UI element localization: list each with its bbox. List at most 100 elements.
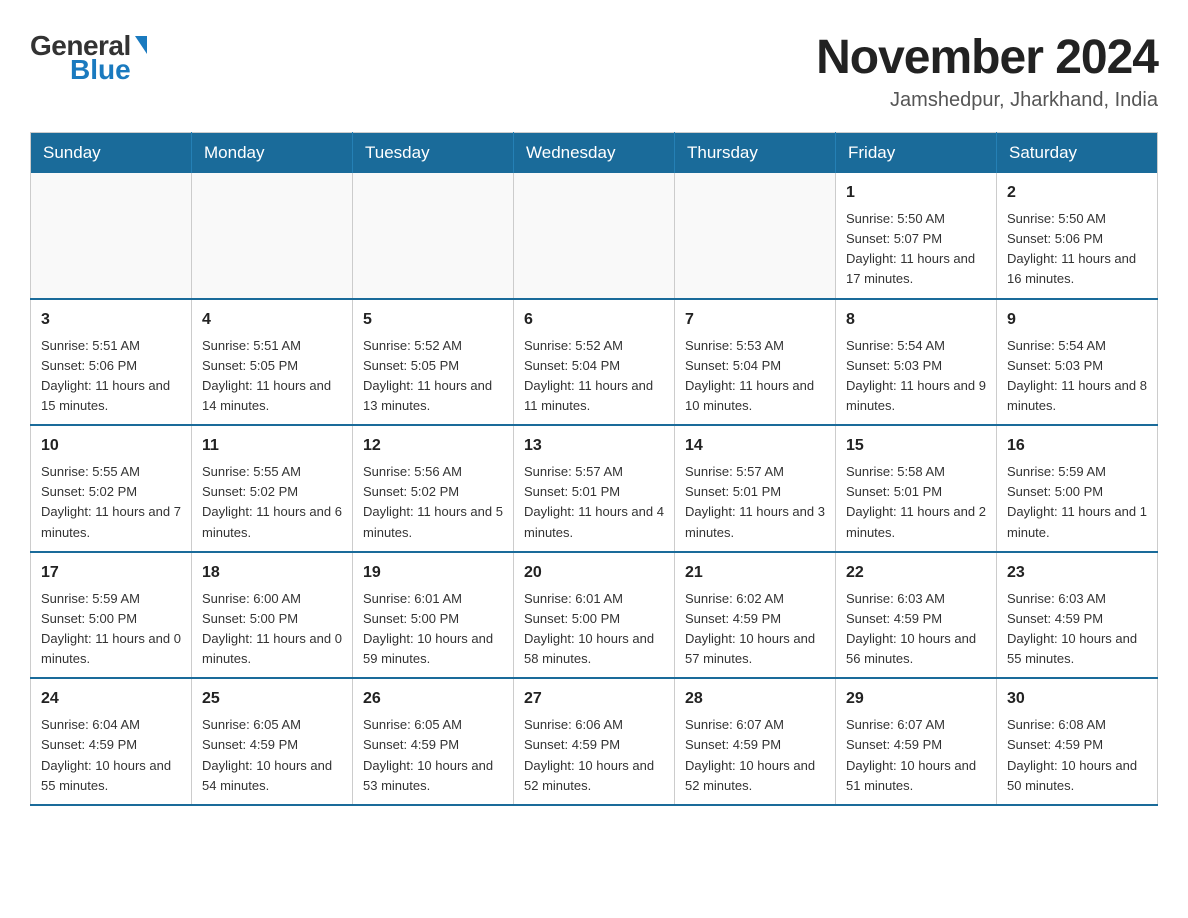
day-number: 13 bbox=[524, 434, 664, 458]
day-info: Sunrise: 5:55 AMSunset: 5:02 PMDaylight:… bbox=[202, 464, 342, 539]
day-number: 15 bbox=[846, 434, 986, 458]
calendar-cell: 7Sunrise: 5:53 AMSunset: 5:04 PMDaylight… bbox=[675, 299, 836, 426]
calendar-cell: 24Sunrise: 6:04 AMSunset: 4:59 PMDayligh… bbox=[31, 678, 192, 805]
calendar-cell: 18Sunrise: 6:00 AMSunset: 5:00 PMDayligh… bbox=[192, 552, 353, 679]
day-info: Sunrise: 5:54 AMSunset: 5:03 PMDaylight:… bbox=[1007, 338, 1147, 413]
page-header: General Blue November 2024 Jamshedpur, J… bbox=[30, 30, 1158, 112]
day-number: 22 bbox=[846, 561, 986, 585]
day-number: 10 bbox=[41, 434, 181, 458]
day-info: Sunrise: 6:02 AMSunset: 4:59 PMDaylight:… bbox=[685, 591, 815, 666]
calendar-cell: 11 Sunrise: 5:55 AMSunset: 5:02 PMDayligh… bbox=[192, 425, 353, 552]
calendar-cell: 14 Sunrise: 5:57 AMSunset: 5:01 PMDayligh… bbox=[675, 425, 836, 552]
calendar-cell: 10 Sunrise: 5:55 AMSunset: 5:02 PMDayligh… bbox=[31, 425, 192, 552]
day-number: 29 bbox=[846, 687, 986, 711]
day-info: Sunrise: 5:55 AMSunset: 5:02 PMDaylight:… bbox=[41, 464, 181, 539]
day-number: 3 bbox=[41, 308, 181, 332]
day-number: 21 bbox=[685, 561, 825, 585]
weekday-header-tuesday: Tuesday bbox=[353, 133, 514, 174]
calendar-cell: 12Sunrise: 5:56 AMSunset: 5:02 PMDayligh… bbox=[353, 425, 514, 552]
weekday-header-thursday: Thursday bbox=[675, 133, 836, 174]
day-number: 30 bbox=[1007, 687, 1147, 711]
weekday-header-sunday: Sunday bbox=[31, 133, 192, 174]
day-info: Sunrise: 5:52 AMSunset: 5:05 PMDaylight:… bbox=[363, 338, 492, 413]
day-info: Sunrise: 5:59 AMSunset: 5:00 PMDaylight:… bbox=[1007, 464, 1147, 539]
calendar-cell: 27 Sunrise: 6:06 AMSunset: 4:59 PMDayligh… bbox=[514, 678, 675, 805]
day-number: 4 bbox=[202, 308, 342, 332]
calendar-cell: 23 Sunrise: 6:03 AMSunset: 4:59 PMDayligh… bbox=[997, 552, 1158, 679]
day-number: 5 bbox=[363, 308, 503, 332]
calendar-cell: 4 Sunrise: 5:51 AMSunset: 5:05 PMDaylight… bbox=[192, 299, 353, 426]
day-info: Sunrise: 6:05 AMSunset: 4:59 PMDaylight:… bbox=[363, 717, 493, 792]
day-info: Sunrise: 6:05 AMSunset: 4:59 PMDaylight:… bbox=[202, 717, 332, 792]
day-number: 9 bbox=[1007, 308, 1147, 332]
day-info: Sunrise: 5:57 AMSunset: 5:01 PMDaylight:… bbox=[685, 464, 825, 539]
weekday-header-saturday: Saturday bbox=[997, 133, 1158, 174]
day-info: Sunrise: 6:07 AMSunset: 4:59 PMDaylight:… bbox=[846, 717, 976, 792]
calendar-cell: 8 Sunrise: 5:54 AMSunset: 5:03 PMDaylight… bbox=[836, 299, 997, 426]
calendar-week-row: 10 Sunrise: 5:55 AMSunset: 5:02 PMDayligh… bbox=[31, 425, 1158, 552]
day-info: Sunrise: 6:01 AMSunset: 5:00 PMDaylight:… bbox=[524, 591, 654, 666]
day-number: 14 bbox=[685, 434, 825, 458]
day-info: Sunrise: 6:03 AMSunset: 4:59 PMDaylight:… bbox=[846, 591, 976, 666]
day-number: 6 bbox=[524, 308, 664, 332]
calendar-cell: 17Sunrise: 5:59 AMSunset: 5:00 PMDayligh… bbox=[31, 552, 192, 679]
day-info: Sunrise: 6:06 AMSunset: 4:59 PMDaylight:… bbox=[524, 717, 654, 792]
calendar-cell: 3 Sunrise: 5:51 AMSunset: 5:06 PMDaylight… bbox=[31, 299, 192, 426]
calendar-cell: 13 Sunrise: 5:57 AMSunset: 5:01 PMDayligh… bbox=[514, 425, 675, 552]
location-title: Jamshedpur, Jharkhand, India bbox=[816, 89, 1158, 112]
day-info: Sunrise: 5:58 AMSunset: 5:01 PMDaylight:… bbox=[846, 464, 986, 539]
weekday-header-monday: Monday bbox=[192, 133, 353, 174]
calendar-cell: 25 Sunrise: 6:05 AMSunset: 4:59 PMDayligh… bbox=[192, 678, 353, 805]
calendar-cell: 30Sunrise: 6:08 AMSunset: 4:59 PMDayligh… bbox=[997, 678, 1158, 805]
day-info: Sunrise: 5:53 AMSunset: 5:04 PMDaylight:… bbox=[685, 338, 814, 413]
calendar-week-row: 1Sunrise: 5:50 AMSunset: 5:07 PMDaylight… bbox=[31, 173, 1158, 299]
calendar-cell: 28Sunrise: 6:07 AMSunset: 4:59 PMDayligh… bbox=[675, 678, 836, 805]
day-info: Sunrise: 6:04 AMSunset: 4:59 PMDaylight:… bbox=[41, 717, 171, 792]
calendar-cell: 15 Sunrise: 5:58 AMSunset: 5:01 PMDayligh… bbox=[836, 425, 997, 552]
weekday-header-friday: Friday bbox=[836, 133, 997, 174]
day-number: 16 bbox=[1007, 434, 1147, 458]
day-number: 27 bbox=[524, 687, 664, 711]
calendar-cell: 21 Sunrise: 6:02 AMSunset: 4:59 PMDayligh… bbox=[675, 552, 836, 679]
day-info: Sunrise: 5:51 AMSunset: 5:06 PMDaylight:… bbox=[41, 338, 170, 413]
calendar-cell bbox=[675, 173, 836, 299]
day-info: Sunrise: 5:56 AMSunset: 5:02 PMDaylight:… bbox=[363, 464, 503, 539]
title-section: November 2024 Jamshedpur, Jharkhand, Ind… bbox=[816, 30, 1158, 112]
calendar-cell: 19 Sunrise: 6:01 AMSunset: 5:00 PMDayligh… bbox=[353, 552, 514, 679]
weekday-header-wednesday: Wednesday bbox=[514, 133, 675, 174]
calendar-cell bbox=[192, 173, 353, 299]
day-number: 11 bbox=[202, 434, 342, 458]
month-title: November 2024 bbox=[816, 30, 1158, 85]
day-info: Sunrise: 5:57 AMSunset: 5:01 PMDaylight:… bbox=[524, 464, 664, 539]
calendar-week-row: 24Sunrise: 6:04 AMSunset: 4:59 PMDayligh… bbox=[31, 678, 1158, 805]
day-info: Sunrise: 5:52 AMSunset: 5:04 PMDaylight:… bbox=[524, 338, 653, 413]
calendar-cell bbox=[353, 173, 514, 299]
day-number: 20 bbox=[524, 561, 664, 585]
calendar-cell bbox=[31, 173, 192, 299]
day-number: 19 bbox=[363, 561, 503, 585]
day-info: Sunrise: 5:51 AMSunset: 5:05 PMDaylight:… bbox=[202, 338, 331, 413]
calendar-cell: 5 Sunrise: 5:52 AMSunset: 5:05 PMDaylight… bbox=[353, 299, 514, 426]
day-number: 2 bbox=[1007, 181, 1147, 205]
day-info: Sunrise: 6:00 AMSunset: 5:00 PMDaylight:… bbox=[202, 591, 342, 666]
weekday-header-row: SundayMondayTuesdayWednesdayThursdayFrid… bbox=[31, 133, 1158, 174]
calendar-cell: 20 Sunrise: 6:01 AMSunset: 5:00 PMDayligh… bbox=[514, 552, 675, 679]
day-info: Sunrise: 5:54 AMSunset: 5:03 PMDaylight:… bbox=[846, 338, 986, 413]
calendar-week-row: 17Sunrise: 5:59 AMSunset: 5:00 PMDayligh… bbox=[31, 552, 1158, 679]
calendar-cell: 29 Sunrise: 6:07 AMSunset: 4:59 PMDayligh… bbox=[836, 678, 997, 805]
calendar-week-row: 3 Sunrise: 5:51 AMSunset: 5:06 PMDaylight… bbox=[31, 299, 1158, 426]
day-info: Sunrise: 5:50 AMSunset: 5:06 PMDaylight:… bbox=[1007, 211, 1136, 286]
day-number: 23 bbox=[1007, 561, 1147, 585]
day-number: 1 bbox=[846, 181, 986, 205]
logo-blue-text: Blue bbox=[70, 54, 131, 86]
day-number: 8 bbox=[846, 308, 986, 332]
day-info: Sunrise: 6:01 AMSunset: 5:00 PMDaylight:… bbox=[363, 591, 493, 666]
calendar-cell: 9 Sunrise: 5:54 AMSunset: 5:03 PMDaylight… bbox=[997, 299, 1158, 426]
day-info: Sunrise: 6:07 AMSunset: 4:59 PMDaylight:… bbox=[685, 717, 815, 792]
day-number: 25 bbox=[202, 687, 342, 711]
logo: General Blue bbox=[30, 30, 147, 86]
calendar-cell: 16 Sunrise: 5:59 AMSunset: 5:00 PMDayligh… bbox=[997, 425, 1158, 552]
calendar-cell: 6 Sunrise: 5:52 AMSunset: 5:04 PMDaylight… bbox=[514, 299, 675, 426]
day-info: Sunrise: 6:03 AMSunset: 4:59 PMDaylight:… bbox=[1007, 591, 1137, 666]
calendar-cell: 1Sunrise: 5:50 AMSunset: 5:07 PMDaylight… bbox=[836, 173, 997, 299]
